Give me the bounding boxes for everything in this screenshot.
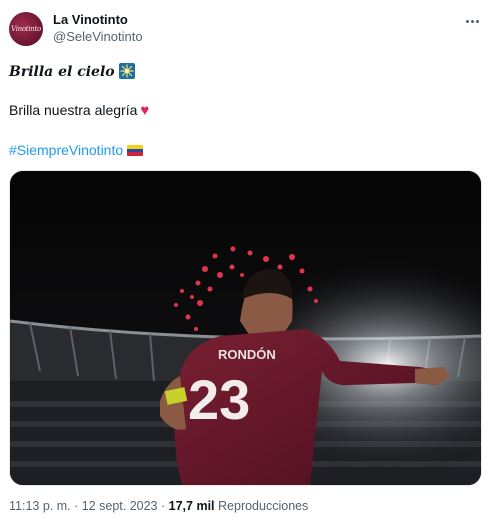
avatar[interactable]: Vinotinto — [9, 12, 43, 46]
avatar-logo-text: Vinotinto — [11, 25, 41, 33]
views-label: Reproducciones — [218, 499, 309, 513]
author-handle[interactable]: @SeleVinotinto — [53, 29, 143, 44]
tweet-hashtag-line: #SiempreVinotinto — [9, 142, 144, 158]
more-options-icon[interactable] — [460, 12, 484, 30]
tweet-time[interactable]: 11:13 p. m. — [9, 499, 71, 513]
author-name[interactable]: La Vinotinto — [53, 12, 128, 27]
views-count: 17,7 mil — [168, 499, 215, 513]
tweet-date[interactable]: 12 sept. 2023 — [82, 499, 158, 513]
tweet-media-photo[interactable]: RONDÓN 23 — [9, 170, 482, 486]
tweet-text-line-1: Brilla el cielo — [9, 63, 135, 80]
red-heart-icon: ♥ — [140, 102, 150, 119]
tweet-text-line-2: Brilla nuestra alegría ♥ — [9, 102, 149, 119]
player-number-text: 23 — [188, 368, 250, 431]
meta-separator: · — [161, 499, 166, 513]
venezuela-flag-icon — [127, 145, 144, 156]
player-name-text: RONDÓN — [218, 347, 276, 362]
tweet-card: Vinotinto La Vinotinto @SeleVinotinto Br… — [0, 0, 492, 521]
tweet-text-bold-italic: Brilla el cielo — [9, 64, 115, 80]
tweet-meta: 11:13 p. m. · 12 sept. 2023 · 17,7 mil R… — [9, 499, 308, 513]
hashtag-link[interactable]: #SiempreVinotinto — [9, 142, 123, 158]
sparkler-icon — [118, 63, 135, 79]
meta-separator: · — [74, 499, 79, 513]
tweet-text: Brilla nuestra alegría — [9, 102, 138, 118]
